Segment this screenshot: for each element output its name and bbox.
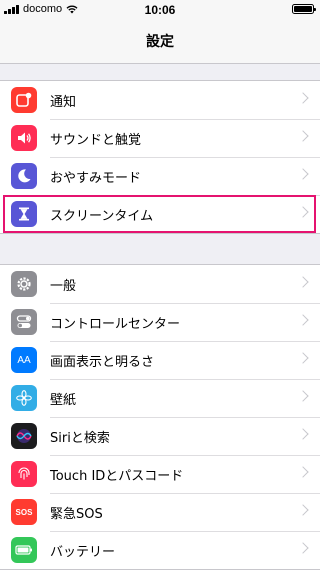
chevron-right-icon	[297, 168, 309, 180]
chevron-right-icon	[297, 314, 309, 326]
text-size-glyph: AA	[17, 354, 31, 366]
settings-item-wallpaper[interactable]: 壁紙	[0, 379, 320, 417]
settings-group-1: 通知 サウンドと触覚 おやすみモード スクリーンタイム	[0, 80, 320, 234]
settings-item-screen-time[interactable]: スクリーンタイム	[0, 195, 320, 233]
settings-item-label: Touch IDとパスコード	[50, 468, 184, 484]
settings-item-do-not-disturb[interactable]: おやすみモード	[0, 157, 320, 195]
speaker-icon	[11, 125, 37, 151]
chevron-right-icon	[297, 390, 309, 402]
status-bar: docomo 10:06	[0, 0, 320, 20]
settings-item-label: おやすみモード	[50, 170, 142, 186]
chevron-right-icon	[297, 542, 309, 554]
status-time: 10:06	[144, 3, 176, 17]
toggles-icon	[11, 309, 37, 335]
settings-item-label: 緊急SOS	[50, 506, 103, 522]
page-title: 設定	[146, 34, 174, 50]
text-size-icon: AA	[11, 347, 37, 373]
settings-item-siri-search[interactable]: Siriと検索	[0, 417, 320, 455]
nav-bar: 設定	[0, 20, 320, 64]
settings-item-label: スクリーンタイム	[50, 208, 154, 224]
notifications-icon	[11, 87, 37, 113]
settings-group-2: 一般 コントロールセンター AA 画面表示と明るさ 壁紙 Siriと検索 Tou…	[0, 264, 320, 570]
chevron-right-icon	[297, 130, 309, 142]
gear-icon	[11, 271, 37, 297]
sos-icon: SOS	[11, 499, 37, 525]
settings-item-sounds[interactable]: サウンドと触覚	[0, 119, 320, 157]
settings-item-label: 画面表示と明るさ	[50, 354, 155, 370]
fingerprint-icon	[11, 461, 37, 487]
settings-item-emergency-sos[interactable]: SOS 緊急SOS	[0, 493, 320, 531]
siri-icon	[11, 423, 37, 449]
sos-glyph: SOS	[15, 507, 33, 517]
settings-item-label: コントロールセンター	[50, 316, 181, 332]
chevron-right-icon	[297, 92, 309, 104]
hourglass-icon	[11, 201, 37, 227]
chevron-right-icon	[297, 428, 309, 440]
chevron-right-icon	[297, 504, 309, 516]
settings-item-touch-id-passcode[interactable]: Touch IDとパスコード	[0, 455, 320, 493]
settings-item-control-center[interactable]: コントロールセンター	[0, 303, 320, 341]
battery-status-icon	[292, 4, 316, 14]
settings-item-display-brightness[interactable]: AA 画面表示と明るさ	[0, 341, 320, 379]
settings-item-label: 一般	[50, 278, 77, 294]
chevron-right-icon	[297, 206, 309, 218]
settings-item-label: 通知	[50, 94, 77, 110]
settings-item-label: Siriと検索	[50, 430, 110, 446]
battery-icon	[11, 537, 37, 563]
settings-item-general[interactable]: 一般	[0, 265, 320, 303]
chevron-right-icon	[297, 466, 309, 478]
chevron-right-icon	[297, 276, 309, 288]
moon-icon	[11, 163, 37, 189]
settings-item-notifications[interactable]: 通知	[0, 81, 320, 119]
settings-item-label: バッテリー	[50, 544, 116, 560]
chevron-right-icon	[297, 352, 309, 364]
settings-item-battery[interactable]: バッテリー	[0, 531, 320, 569]
flower-icon	[11, 385, 37, 411]
settings-item-label: 壁紙	[50, 392, 77, 408]
settings-item-label: サウンドと触覚	[50, 132, 142, 148]
